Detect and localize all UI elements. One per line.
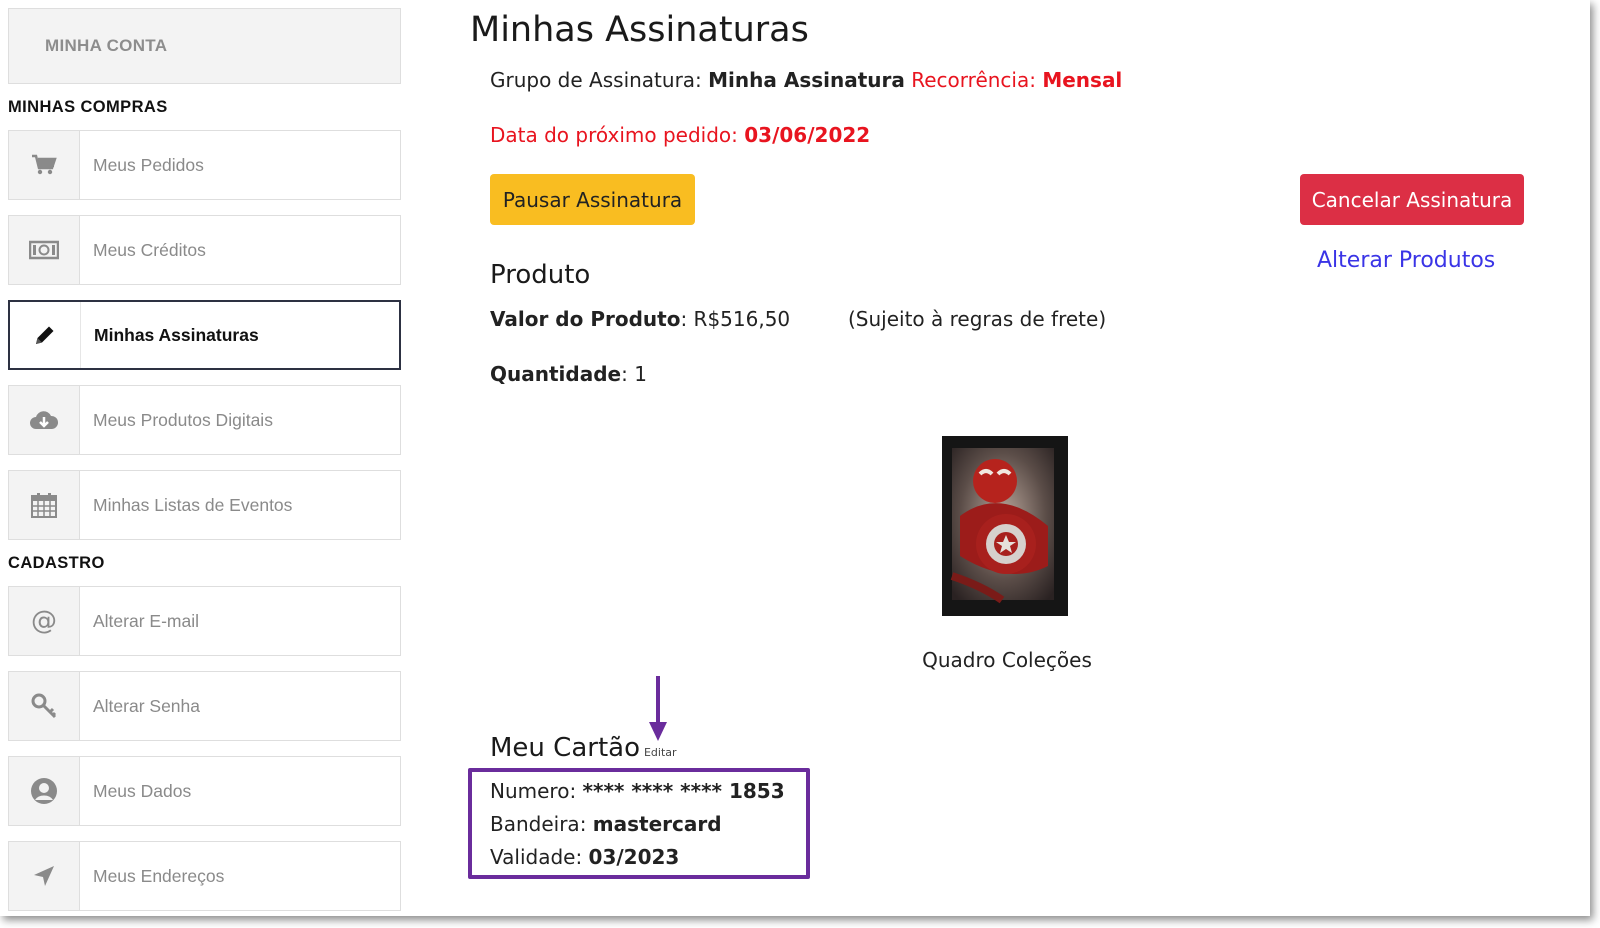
sidebar-item-change-password[interactable]: Alterar Senha xyxy=(8,671,401,741)
section-title-purchases: MINHAS COMPRAS xyxy=(8,97,168,116)
page-frame: MINHA CONTA MINHAS COMPRAS Meus Pedidos … xyxy=(0,0,1590,916)
product-value-line: Valor do Produto: R$516,50 xyxy=(490,307,790,331)
product-value-label: Valor do Produto xyxy=(490,307,681,331)
sidebar-item-label: Alterar Senha xyxy=(93,695,201,716)
sidebar-item-credits[interactable]: Meus Créditos xyxy=(8,215,401,285)
card-brand-value: mastercard xyxy=(592,812,722,836)
card-number-value: **** **** **** 1853 xyxy=(582,779,785,803)
my-account-label: MINHA CONTA xyxy=(45,36,168,55)
recurrence-label: Recorrência: xyxy=(911,68,1036,92)
group-value: Minha Assinatura xyxy=(708,68,905,92)
sidebar: MINHA CONTA MINHAS COMPRAS Meus Pedidos … xyxy=(8,8,401,926)
card-brand-label: Bandeira: xyxy=(490,812,587,836)
sidebar-item-digital-products[interactable]: Meus Produtos Digitais xyxy=(8,385,401,455)
edit-card-link[interactable]: Editar xyxy=(644,746,677,759)
key-icon xyxy=(9,672,80,740)
product-image[interactable] xyxy=(940,436,1070,618)
card-heading-text: Meu Cartão xyxy=(490,733,640,763)
group-label: Grupo de Assinatura: xyxy=(490,68,702,92)
pencil-icon xyxy=(10,302,81,368)
card-brand-line: Bandeira: mastercard xyxy=(490,812,722,836)
product-heading: Produto xyxy=(490,260,591,290)
next-order-label: Data do próximo pedido: xyxy=(490,123,738,147)
sidebar-item-label: Meus Créditos xyxy=(93,239,206,260)
recurrence-value: Mensal xyxy=(1042,68,1123,92)
sidebar-item-label: Meus Produtos Digitais xyxy=(93,409,273,430)
at-icon: @ xyxy=(9,587,80,655)
card-expiry-line: Validade: 03/2023 xyxy=(490,845,679,869)
card-heading: Meu Cartão Editar xyxy=(490,733,677,763)
sidebar-item-label: Minhas Assinaturas xyxy=(94,324,259,345)
sidebar-item-my-data[interactable]: Meus Dados xyxy=(8,756,401,826)
cart-icon xyxy=(9,131,80,199)
quantity-line: Quantidade: 1 xyxy=(490,362,647,386)
sidebar-item-label: Minhas Listas de Eventos xyxy=(93,494,293,515)
user-icon xyxy=(9,757,80,825)
subscription-group-line: Grupo de Assinatura: Minha Assinatura Re… xyxy=(490,68,1122,92)
main-content: Minhas Assinaturas Grupo de Assinatura: … xyxy=(468,0,1570,916)
calendar-icon xyxy=(9,471,80,539)
page-title: Minhas Assinaturas xyxy=(470,10,809,50)
next-order-date: 03/06/2022 xyxy=(744,123,871,147)
card-number-label: Numero: xyxy=(490,779,577,803)
card-expiry-value: 03/2023 xyxy=(588,845,680,869)
product-name: Quadro Coleções xyxy=(922,648,1092,672)
sidebar-item-orders[interactable]: Meus Pedidos xyxy=(8,130,401,200)
cloud-download-icon xyxy=(9,386,80,454)
money-icon xyxy=(9,216,80,284)
my-account-header[interactable]: MINHA CONTA xyxy=(8,8,401,84)
card-expiry-label: Validade: xyxy=(490,845,583,869)
section-title-register: CADASTRO xyxy=(8,553,105,572)
next-order-line: Data do próximo pedido: 03/06/2022 xyxy=(490,123,870,147)
sidebar-item-label: Meus Pedidos xyxy=(93,154,204,175)
sidebar-item-change-email[interactable]: @ Alterar E-mail xyxy=(8,586,401,656)
cancel-subscription-button[interactable]: Cancelar Assinatura xyxy=(1300,174,1524,225)
sidebar-item-event-lists[interactable]: Minhas Listas de Eventos xyxy=(8,470,401,540)
alter-products-link[interactable]: Alterar Produtos xyxy=(1317,248,1495,273)
sidebar-item-label: Meus Dados xyxy=(93,780,192,801)
sidebar-item-label: Alterar E-mail xyxy=(93,610,199,631)
sidebar-item-subscriptions[interactable]: Minhas Assinaturas xyxy=(8,300,401,370)
sidebar-item-label: Meus Endereços xyxy=(93,865,225,886)
product-value: : R$516,50 xyxy=(680,307,791,331)
pause-subscription-button[interactable]: Pausar Assinatura xyxy=(490,174,695,225)
quantity-value: : 1 xyxy=(621,362,647,386)
card-number-line: Numero: **** **** **** 1853 xyxy=(490,779,785,803)
location-arrow-icon xyxy=(9,842,80,910)
shipping-note: (Sujeito à regras de frete) xyxy=(848,307,1107,331)
sidebar-item-addresses[interactable]: Meus Endereços xyxy=(8,841,401,911)
quantity-label: Quantidade xyxy=(490,362,622,386)
